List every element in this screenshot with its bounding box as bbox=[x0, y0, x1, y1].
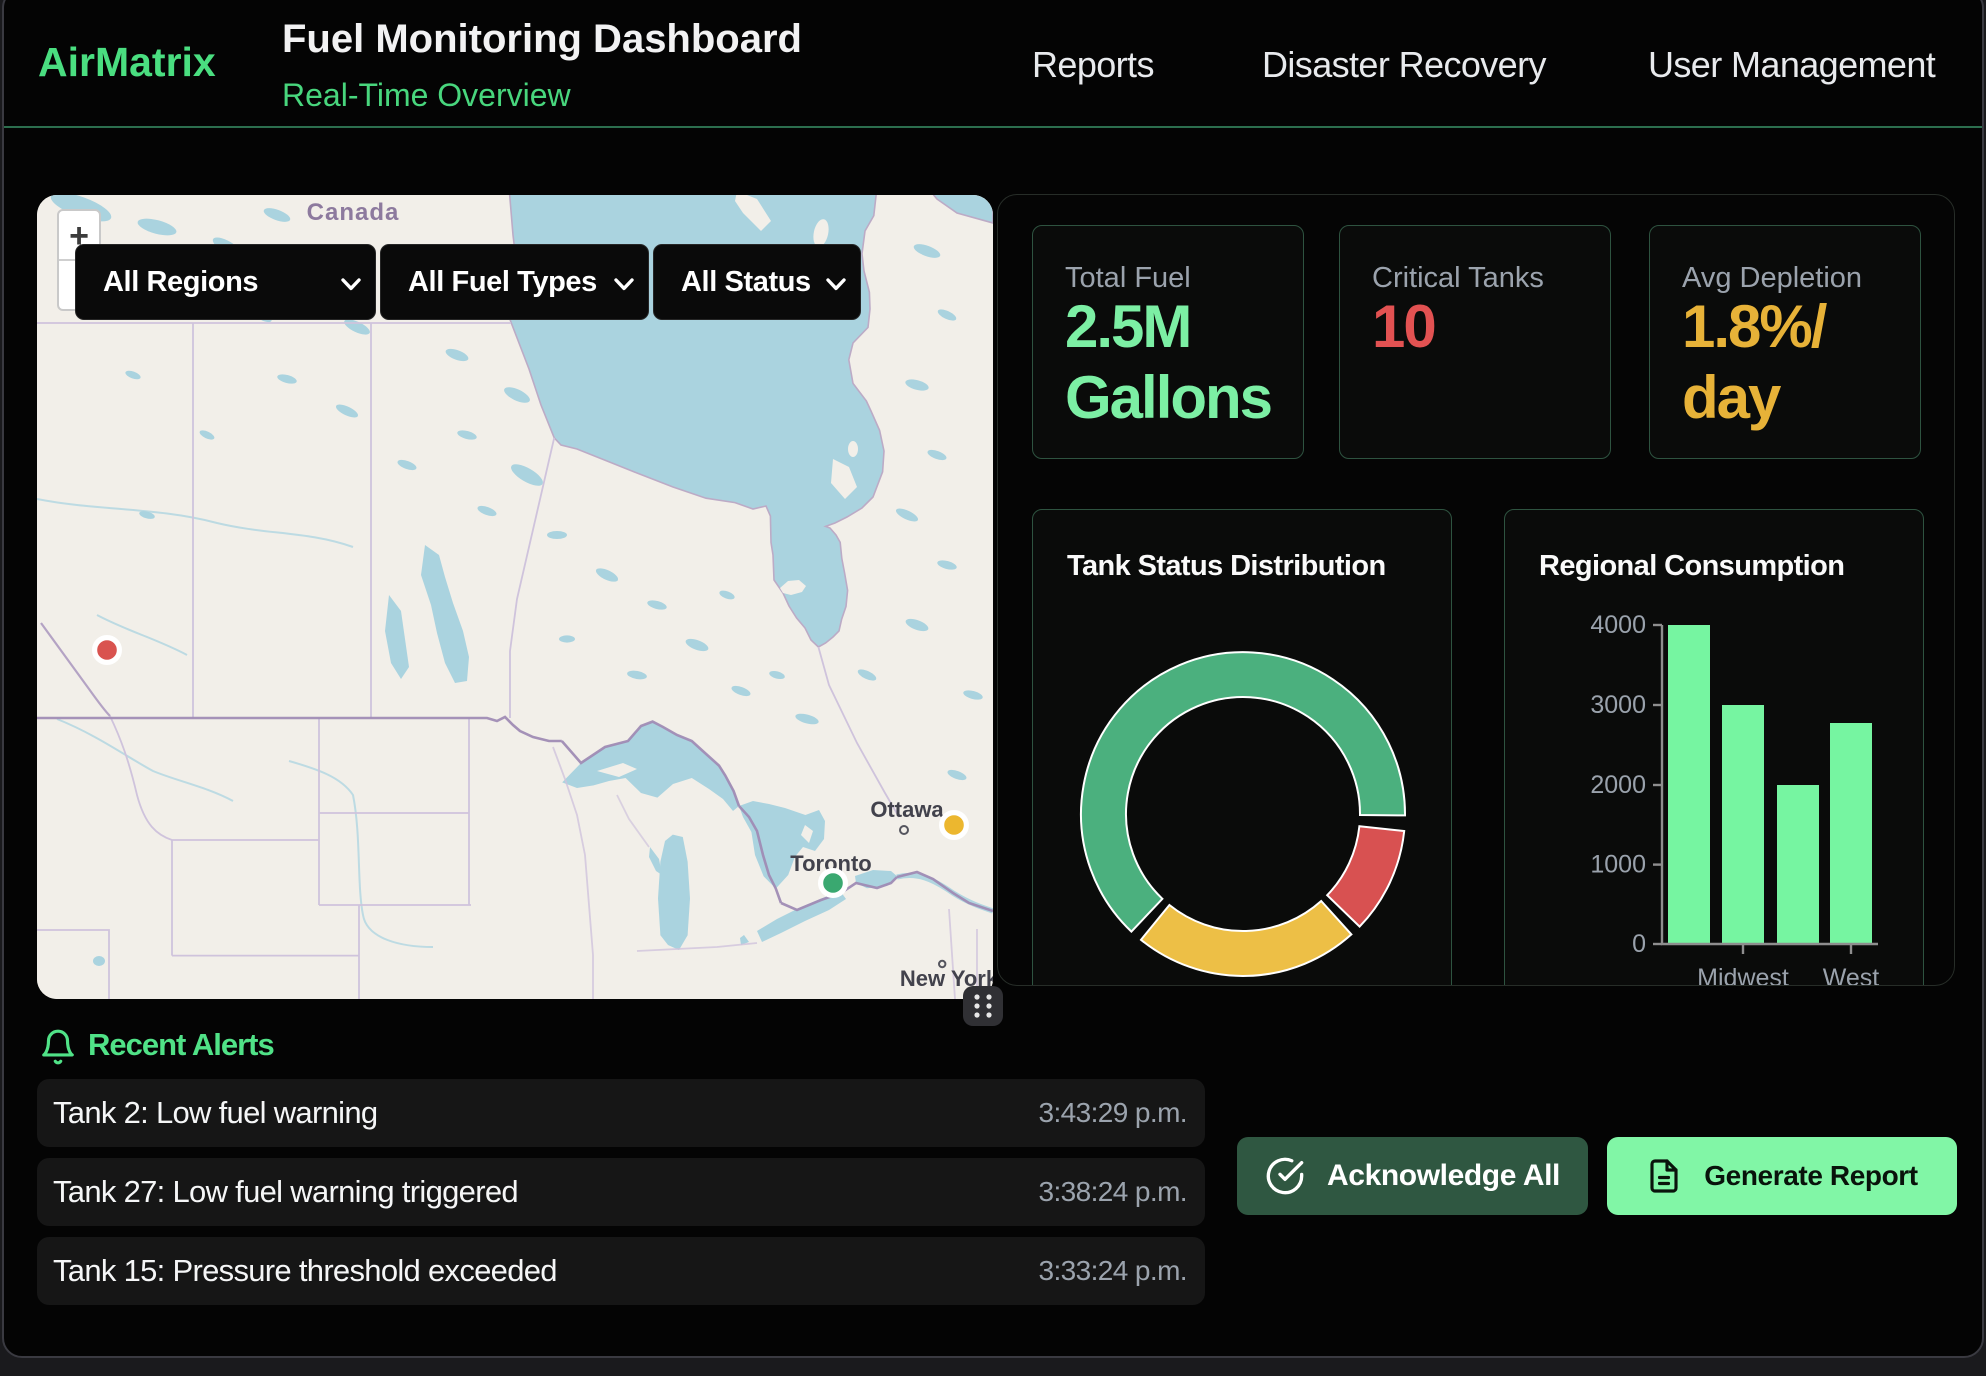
svg-text:0: 0 bbox=[1632, 930, 1646, 958]
svg-text:Midwest: Midwest bbox=[1697, 964, 1789, 986]
svg-text:1000: 1000 bbox=[1590, 851, 1646, 879]
svg-text:2000: 2000 bbox=[1590, 771, 1646, 799]
svg-text:Ottawa: Ottawa bbox=[870, 797, 944, 822]
svg-text:3000: 3000 bbox=[1590, 691, 1646, 719]
svg-text:Canada: Canada bbox=[307, 199, 400, 226]
svg-text:West: West bbox=[1823, 964, 1880, 986]
svg-text:4000: 4000 bbox=[1590, 611, 1646, 639]
